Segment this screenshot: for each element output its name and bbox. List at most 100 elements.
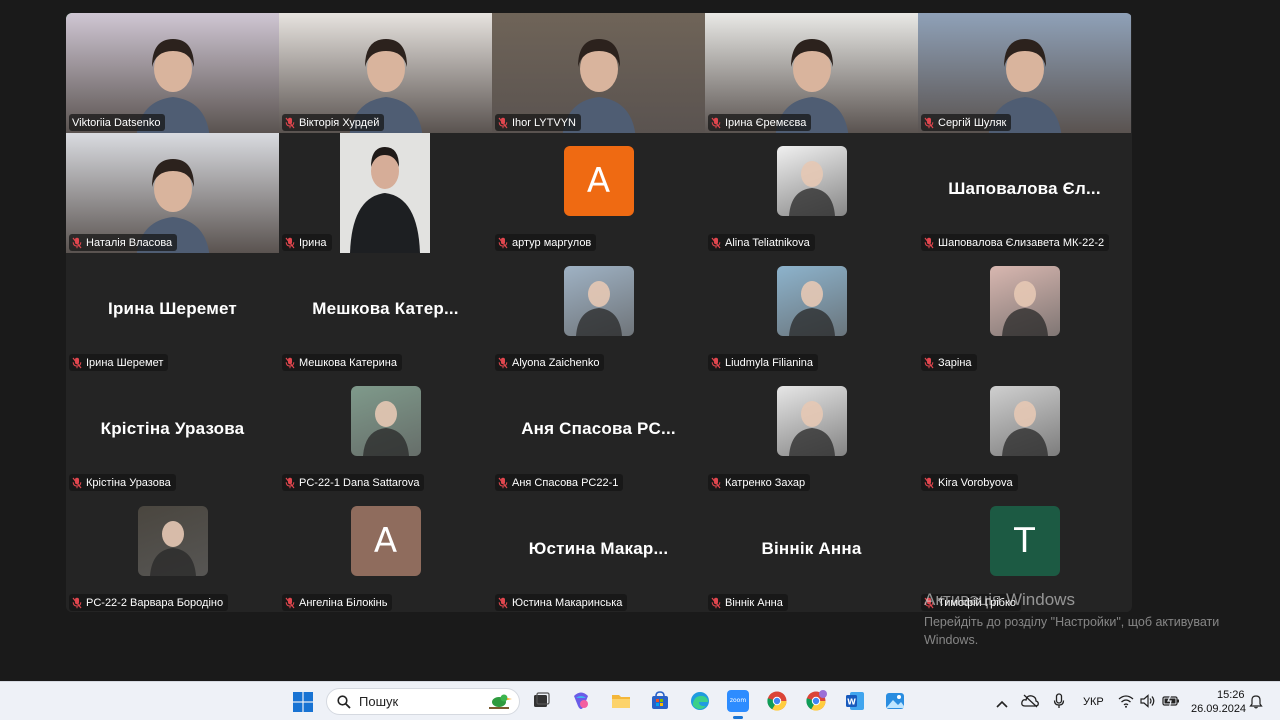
participant-avatar: A — [563, 146, 634, 216]
participant-tile[interactable]: Ірина — [279, 133, 492, 253]
participant-name: Мешкова Катерина — [299, 356, 397, 369]
microsoft-store-icon[interactable] — [649, 690, 671, 712]
participant-display-name: Крістіна Уразова — [100, 419, 245, 438]
participant-name: Ірина Єремєєва — [725, 116, 807, 129]
battery-icon[interactable] — [1162, 694, 1180, 708]
participant-name: Заріна — [938, 356, 972, 369]
participant-nameplate: Шаповалова Єлизавета МК-22-2 — [921, 234, 1110, 251]
participant-nameplate: Заріна — [921, 354, 977, 371]
participant-tile[interactable]: PC-22-2 Варвара Бородіно — [66, 493, 279, 612]
participant-avatar: T — [989, 506, 1060, 576]
participant-display-name: Аня Спасова PC... — [521, 419, 676, 438]
bird-widget-icon — [483, 691, 513, 713]
participant-tile[interactable]: Kira Vorobyova — [918, 373, 1131, 493]
copilot-icon[interactable] — [570, 690, 592, 712]
notification-bell-icon[interactable] — [1249, 694, 1263, 709]
participant-name: Ірина Шеремет — [86, 356, 164, 369]
mic-muted-icon — [498, 597, 508, 609]
photos-icon[interactable] — [884, 690, 906, 712]
chevron-up-icon[interactable] — [996, 696, 1008, 708]
participant-nameplate: Крістіна Уразова — [69, 474, 176, 491]
zoom-active-indicator — [733, 716, 743, 719]
participant-name: Viktoriia Datsenko — [72, 116, 161, 129]
participant-nameplate: Катренко Захар — [708, 474, 811, 491]
participant-nameplate: Юстина Макаринська — [495, 594, 628, 611]
participant-name: Крістіна Уразова — [86, 476, 171, 489]
participant-tile[interactable]: Alina Teliatnikova — [705, 133, 918, 253]
participant-tile[interactable]: Крістіна Уразова Крістіна Уразова — [66, 373, 279, 493]
chrome-profile-icon[interactable] — [805, 690, 827, 712]
volume-icon[interactable] — [1140, 694, 1156, 708]
edge-icon[interactable] — [689, 690, 711, 712]
avatar-initial: T — [1014, 521, 1035, 561]
participant-nameplate: Kira Vorobyova — [921, 474, 1018, 491]
participant-nameplate: Alina Teliatnikova — [708, 234, 815, 251]
participant-name: Kira Vorobyova — [938, 476, 1013, 489]
windows-start-icon[interactable] — [293, 692, 313, 712]
participant-tile[interactable]: Aартур маргулов — [492, 133, 705, 253]
participant-name: Юстина Макаринська — [512, 596, 623, 609]
participant-tile[interactable]: Мешкова Катер... Мешкова Катерина — [279, 253, 492, 373]
mic-muted-icon — [498, 477, 508, 489]
participant-tile[interactable]: PC-22-1 Dana Sattarova — [279, 373, 492, 493]
participant-tile[interactable]: A Ангеліна Білокінь — [279, 493, 492, 612]
chrome-icon[interactable] — [766, 690, 788, 712]
participant-nameplate: PC-22-2 Варвара Бородіно — [69, 594, 229, 611]
participant-name: Наталія Власова — [86, 236, 173, 249]
participant-tile[interactable]: Юстина Макар... Юстина Макаринська — [492, 493, 705, 612]
file-explorer-icon[interactable] — [610, 690, 632, 712]
participant-name: Alina Teliatnikova — [725, 236, 810, 249]
windows-activation-title: Активація Windows — [924, 590, 1075, 609]
mic-muted-icon — [924, 357, 934, 369]
participant-nameplate: Аня Спасова PC22-1 — [495, 474, 624, 491]
participant-tile[interactable]: Вікторія Хурдей — [279, 13, 492, 133]
mic-muted-icon — [498, 237, 508, 249]
participant-tile[interactable]: Шаповалова Єл... Шаповалова Єлизавета МК-… — [918, 133, 1131, 253]
mic-muted-icon — [72, 597, 82, 609]
participant-name: PC-22-1 Dana Sattarova — [299, 476, 420, 489]
clock-date[interactable]: 26.09.2024 — [1191, 703, 1246, 715]
participant-tile[interactable]: Аня Спасова PC... Аня Спасова PC22-1 — [492, 373, 705, 493]
participant-tile[interactable]: Liudmyla Filianina — [705, 253, 918, 373]
participant-nameplate: Viktoriia Datsenko — [69, 114, 166, 131]
zoom-gallery-view: Viktoriia Datsenko Вікторія Хурдей Ihor LY… — [66, 13, 1132, 612]
participant-tile[interactable]: Ірина Єремєєва — [705, 13, 918, 133]
mic-muted-icon — [924, 237, 934, 249]
mic-muted-icon — [498, 357, 508, 369]
participant-tile[interactable]: Viktoriia Datsenko — [66, 13, 279, 133]
participant-tile[interactable]: Ірина Шеремет Ірина Шеремет — [66, 253, 279, 373]
participant-tile[interactable]: Alyona Zaichenko — [492, 253, 705, 373]
word-icon[interactable]: W — [844, 690, 866, 712]
participant-tile[interactable]: Ihor LYTVYN — [492, 13, 705, 133]
mic-muted-icon — [285, 117, 295, 129]
wifi-icon[interactable] — [1118, 694, 1134, 708]
windows-activation-subtitle: Перейдіть до розділу "Настройки", щоб ак… — [924, 615, 1220, 647]
zoom-icon[interactable]: zoom — [727, 690, 749, 712]
participant-tile[interactable]: Катренко Захар — [705, 373, 918, 493]
language-indicator[interactable]: УКР — [1083, 696, 1104, 708]
participant-nameplate: Ірина Шеремет — [69, 354, 169, 371]
participant-nameplate: PC-22-1 Dana Sattarova — [282, 474, 425, 491]
participant-display-name: Віннік Анна — [761, 539, 862, 558]
participant-name: Віннік Анна — [725, 596, 783, 609]
task-view-icon[interactable] — [530, 690, 552, 712]
participant-tile[interactable]: Наталія Власова — [66, 133, 279, 253]
participant-tile[interactable]: Сергій Шуляк — [918, 13, 1131, 133]
mic-muted-icon — [711, 477, 721, 489]
cloud-icon[interactable] — [1021, 694, 1039, 708]
participant-tile[interactable]: Віннік Анна Віннік Анна — [705, 493, 918, 612]
mic-muted-icon — [72, 237, 82, 249]
taskbar-search[interactable]: Пошук — [326, 688, 520, 715]
participant-avatar — [563, 266, 634, 336]
participant-tile[interactable]: Заріна — [918, 253, 1131, 373]
desktop: Viktoriia Datsenko Вікторія Хурдей Ihor LY… — [0, 0, 1280, 720]
microphone-icon[interactable] — [1053, 693, 1065, 709]
participant-display-name: Ірина Шеремет — [108, 299, 237, 318]
participant-nameplate: Вікторія Хурдей — [282, 114, 385, 131]
participant-display-name: Юстина Макар... — [528, 539, 669, 558]
clock-time[interactable]: 15:26 — [1217, 689, 1245, 701]
mic-muted-icon — [72, 357, 82, 369]
participant-nameplate: Ірина — [282, 234, 332, 251]
mic-muted-icon — [72, 477, 82, 489]
participant-avatar — [776, 146, 847, 216]
